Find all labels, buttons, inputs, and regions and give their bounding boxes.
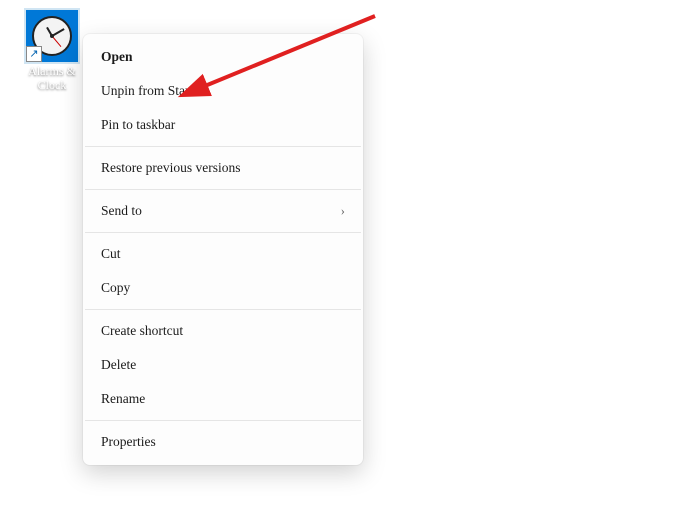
menu-item-properties[interactable]: Properties bbox=[85, 425, 361, 459]
chevron-right-icon: › bbox=[341, 203, 345, 219]
menu-item-pin-to-taskbar[interactable]: Pin to taskbar bbox=[85, 108, 361, 142]
menu-item-label: Delete bbox=[101, 357, 345, 373]
menu-item-label: Open bbox=[101, 49, 345, 65]
menu-item-cut[interactable]: Cut bbox=[85, 237, 361, 271]
desktop-shortcut-alarms-clock[interactable]: ↗ Alarms & Clock bbox=[15, 10, 89, 93]
menu-item-create-shortcut[interactable]: Create shortcut bbox=[85, 314, 361, 348]
watermark: winaero.com bbox=[420, 180, 542, 204]
menu-item-restore-previous-versions[interactable]: Restore previous versions bbox=[85, 151, 361, 185]
menu-item-copy[interactable]: Copy bbox=[85, 271, 361, 305]
menu-separator bbox=[85, 232, 361, 233]
menu-item-unpin-from-start[interactable]: Unpin from Start bbox=[85, 74, 361, 108]
desktop-shortcut-label: Alarms & Clock bbox=[15, 65, 89, 93]
context-menu: Open Unpin from Start Pin to taskbar Restor… bbox=[83, 34, 363, 465]
menu-item-open[interactable]: Open bbox=[85, 40, 361, 74]
menu-item-label: Rename bbox=[101, 391, 345, 407]
menu-item-label: Send to bbox=[101, 203, 341, 219]
menu-item-rename[interactable]: Rename bbox=[85, 382, 361, 416]
watermark: winaero.com bbox=[420, 360, 542, 384]
menu-item-label: Restore previous versions bbox=[101, 160, 345, 176]
menu-item-label: Properties bbox=[101, 434, 345, 450]
menu-separator bbox=[85, 189, 361, 190]
menu-item-label: Unpin from Start bbox=[101, 83, 345, 99]
menu-separator bbox=[85, 420, 361, 421]
menu-item-label: Cut bbox=[101, 246, 345, 262]
shortcut-overlay-icon: ↗ bbox=[26, 46, 42, 62]
menu-item-send-to[interactable]: Send to› bbox=[85, 194, 361, 228]
menu-item-label: Copy bbox=[101, 280, 345, 296]
menu-item-delete[interactable]: Delete bbox=[85, 348, 361, 382]
menu-separator bbox=[85, 309, 361, 310]
app-icon-tile: ↗ bbox=[26, 10, 78, 62]
menu-separator bbox=[85, 146, 361, 147]
menu-item-label: Pin to taskbar bbox=[101, 117, 345, 133]
menu-item-label: Create shortcut bbox=[101, 323, 345, 339]
